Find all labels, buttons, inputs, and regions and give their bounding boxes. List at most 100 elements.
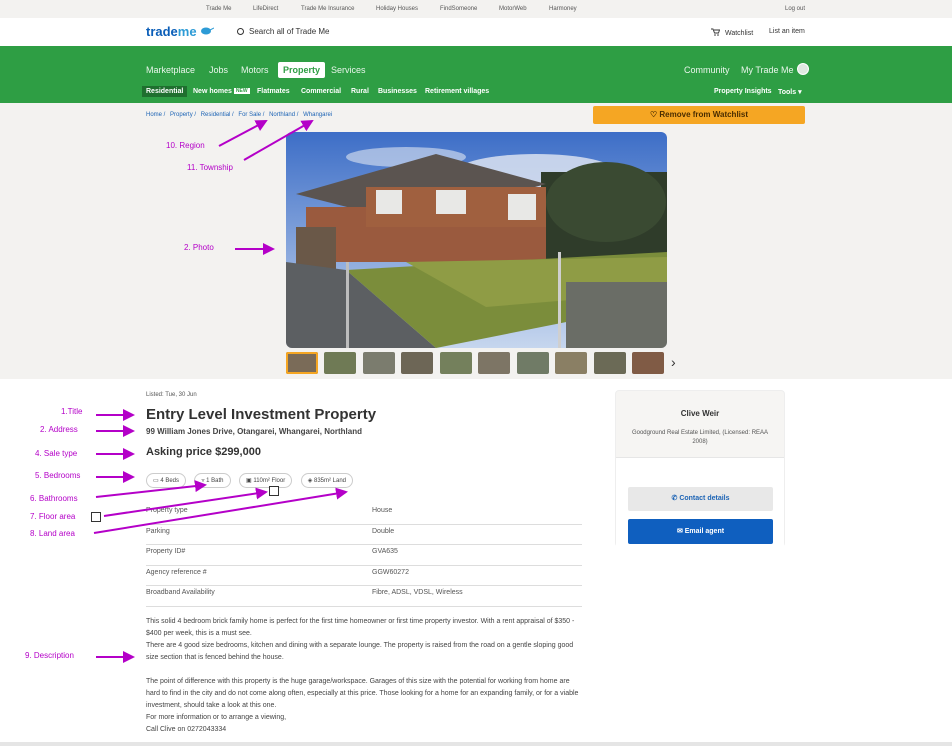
nav-property[interactable]: Property [278, 62, 326, 78]
main-navigation: Marketplace Jobs Motors Property Service… [0, 46, 952, 103]
breadcrumb-residential[interactable]: Residential / [201, 112, 234, 118]
floor-chip: ▣ 110m² Floor [238, 473, 293, 488]
thumbnail[interactable] [632, 352, 665, 374]
annotation-photo: 2. Photo [184, 243, 214, 252]
nav-community[interactable]: Community [684, 65, 730, 75]
util-link-findsomeone[interactable]: FindSomeone [440, 6, 477, 12]
agent-card: Clive Weir Goodground Real Estate Limite… [615, 390, 785, 547]
feature-chips: ▭ 4 Beds ▿ 1 Bath ▣ 110m² Floor ◈ 835m² … [146, 469, 357, 488]
asking-price: Asking price $299,000 [146, 446, 261, 458]
subnav-new-homes[interactable]: New homes NEW [193, 88, 250, 95]
logout-link[interactable]: Log out [785, 6, 805, 12]
cart-icon [711, 28, 721, 36]
breadcrumb-for-sale[interactable]: For Sale / [238, 112, 264, 118]
thumbnail[interactable] [362, 352, 395, 374]
attributes-table: Property type House Parking Double Propert… [146, 504, 582, 607]
annotation-land-area: 8. Land area [30, 529, 75, 538]
new-badge: NEW [233, 88, 250, 94]
watchlist-link[interactable]: Watchlist [711, 28, 753, 37]
util-link-trademe[interactable]: Trade Me [206, 6, 231, 12]
thumbnail[interactable] [555, 352, 588, 374]
mail-icon: ✉ [676, 528, 683, 535]
annotation-box [91, 512, 101, 522]
thumbnail[interactable] [516, 352, 549, 374]
breadcrumb-whangarei[interactable]: Whangarei [303, 112, 332, 118]
breadcrumb: Home / Property / Residential / For Sale… [146, 112, 335, 118]
search-input[interactable]: Search all of Trade Me [237, 27, 329, 36]
heart-icon: ♡ [649, 110, 658, 119]
kiwi-icon [201, 27, 215, 35]
agent-name: Clive Weir [680, 409, 720, 418]
thumbnail[interactable] [478, 352, 511, 374]
beds-chip: ▭ 4 Beds [146, 473, 187, 488]
property-photo[interactable] [286, 132, 667, 348]
util-link-holiday-houses[interactable]: Holiday Houses [376, 6, 418, 12]
table-row: Broadband Availability Fibre, ADSL, VDSL,… [146, 586, 582, 607]
table-row: Parking Double [146, 525, 582, 545]
nav-motors[interactable]: Motors [241, 65, 269, 75]
annotation-bathrooms: 6. Bathrooms [30, 494, 78, 503]
subnav-commercial[interactable]: Commercial [301, 88, 341, 95]
annotation-bedrooms: 5. Bedrooms [35, 471, 81, 480]
listed-date: Listed: Tue, 30 Jun [146, 392, 197, 398]
subnav-retirement-villages[interactable]: Retirement villages [425, 88, 489, 95]
subnav-businesses[interactable]: Businesses [378, 88, 417, 95]
floor-icon: ▣ [245, 478, 252, 484]
annotation-address: 2. Address [40, 425, 78, 434]
thumbnail[interactable] [439, 352, 472, 374]
annotation-sale-type: 4. Sale type [35, 449, 78, 458]
thumbnail[interactable] [593, 352, 626, 374]
thumbnail[interactable] [324, 352, 357, 374]
chevron-right-icon[interactable]: › [671, 354, 676, 370]
breadcrumb-home[interactable]: Home / [146, 112, 165, 118]
list-item-link[interactable]: List an item [769, 28, 805, 35]
contact-details-button[interactable]: ✆ Contact details [628, 487, 773, 511]
land-chip: ◈ 835m² Land [300, 473, 354, 488]
subnav-tools[interactable]: Tools ▾ [778, 88, 802, 96]
listing-description: This solid 4 bedroom brick family home i… [146, 618, 579, 733]
table-row: Property type House [146, 504, 582, 525]
listing-title: Entry Level Investment Property [146, 406, 377, 423]
thumbnail[interactable] [401, 352, 434, 374]
util-link-lifedirect[interactable]: LifeDirect [253, 6, 278, 12]
avatar[interactable] [797, 63, 809, 75]
email-agent-button[interactable]: ✉ Email agent [628, 519, 773, 544]
photo-thumbnails [286, 352, 667, 374]
nav-services[interactable]: Services [331, 65, 366, 75]
site-header: trademe Search all of Trade Me Watchlist… [0, 18, 952, 46]
util-link-motorweb[interactable]: MotorWeb [499, 6, 527, 12]
chevron-down-icon: ▾ [798, 89, 802, 96]
subnav-rural[interactable]: Rural [351, 88, 369, 95]
search-icon [237, 28, 244, 35]
annotation-title: 1.Title [61, 407, 83, 416]
table-row: Agency reference # GGW60272 [146, 566, 582, 586]
subnav-flatmates[interactable]: Flatmates [257, 88, 290, 95]
subnav-property-insights[interactable]: Property Insights [714, 88, 772, 95]
bath-icon: ▿ [201, 478, 205, 484]
bath-chip: ▿ 1 Bath [194, 473, 231, 488]
annotation-township: 11. Township [187, 163, 233, 172]
nav-my-trademe[interactable]: My Trade Me [741, 65, 794, 75]
remove-watchlist-button[interactable]: ♡ Remove from Watchlist [593, 106, 805, 124]
gallery-area: Home / Property / Residential / For Sale… [0, 103, 952, 379]
util-link-insurance[interactable]: Trade Me Insurance [301, 6, 354, 12]
annotation-region: 10. Region [166, 141, 205, 150]
nav-marketplace[interactable]: Marketplace [146, 65, 195, 75]
thumbnail[interactable] [286, 352, 318, 374]
annotation-box [269, 486, 279, 496]
land-icon: ◈ [307, 478, 313, 484]
subnav-residential[interactable]: Residential [142, 86, 188, 97]
table-row: Property ID# GVA635 [146, 545, 582, 566]
listing-main: Listed: Tue, 30 Jun Entry Level Investme… [0, 379, 952, 746]
annotation-description: 9. Description [25, 651, 74, 660]
trademe-logo[interactable]: trademe [146, 24, 215, 39]
listing-address: 99 William Jones Drive, Otangarei, Whang… [146, 427, 362, 436]
util-link-harmoney[interactable]: Harmoney [549, 6, 577, 12]
breadcrumb-northland[interactable]: Northland / [269, 112, 298, 118]
breadcrumb-property[interactable]: Property / [170, 112, 196, 118]
page-bottom-edge [0, 742, 952, 746]
bed-icon: ▭ [153, 478, 159, 484]
phone-icon: ✆ [671, 495, 678, 502]
nav-jobs[interactable]: Jobs [209, 65, 228, 75]
agent-company: Goodground Real Estate Limited, (License… [631, 430, 769, 445]
